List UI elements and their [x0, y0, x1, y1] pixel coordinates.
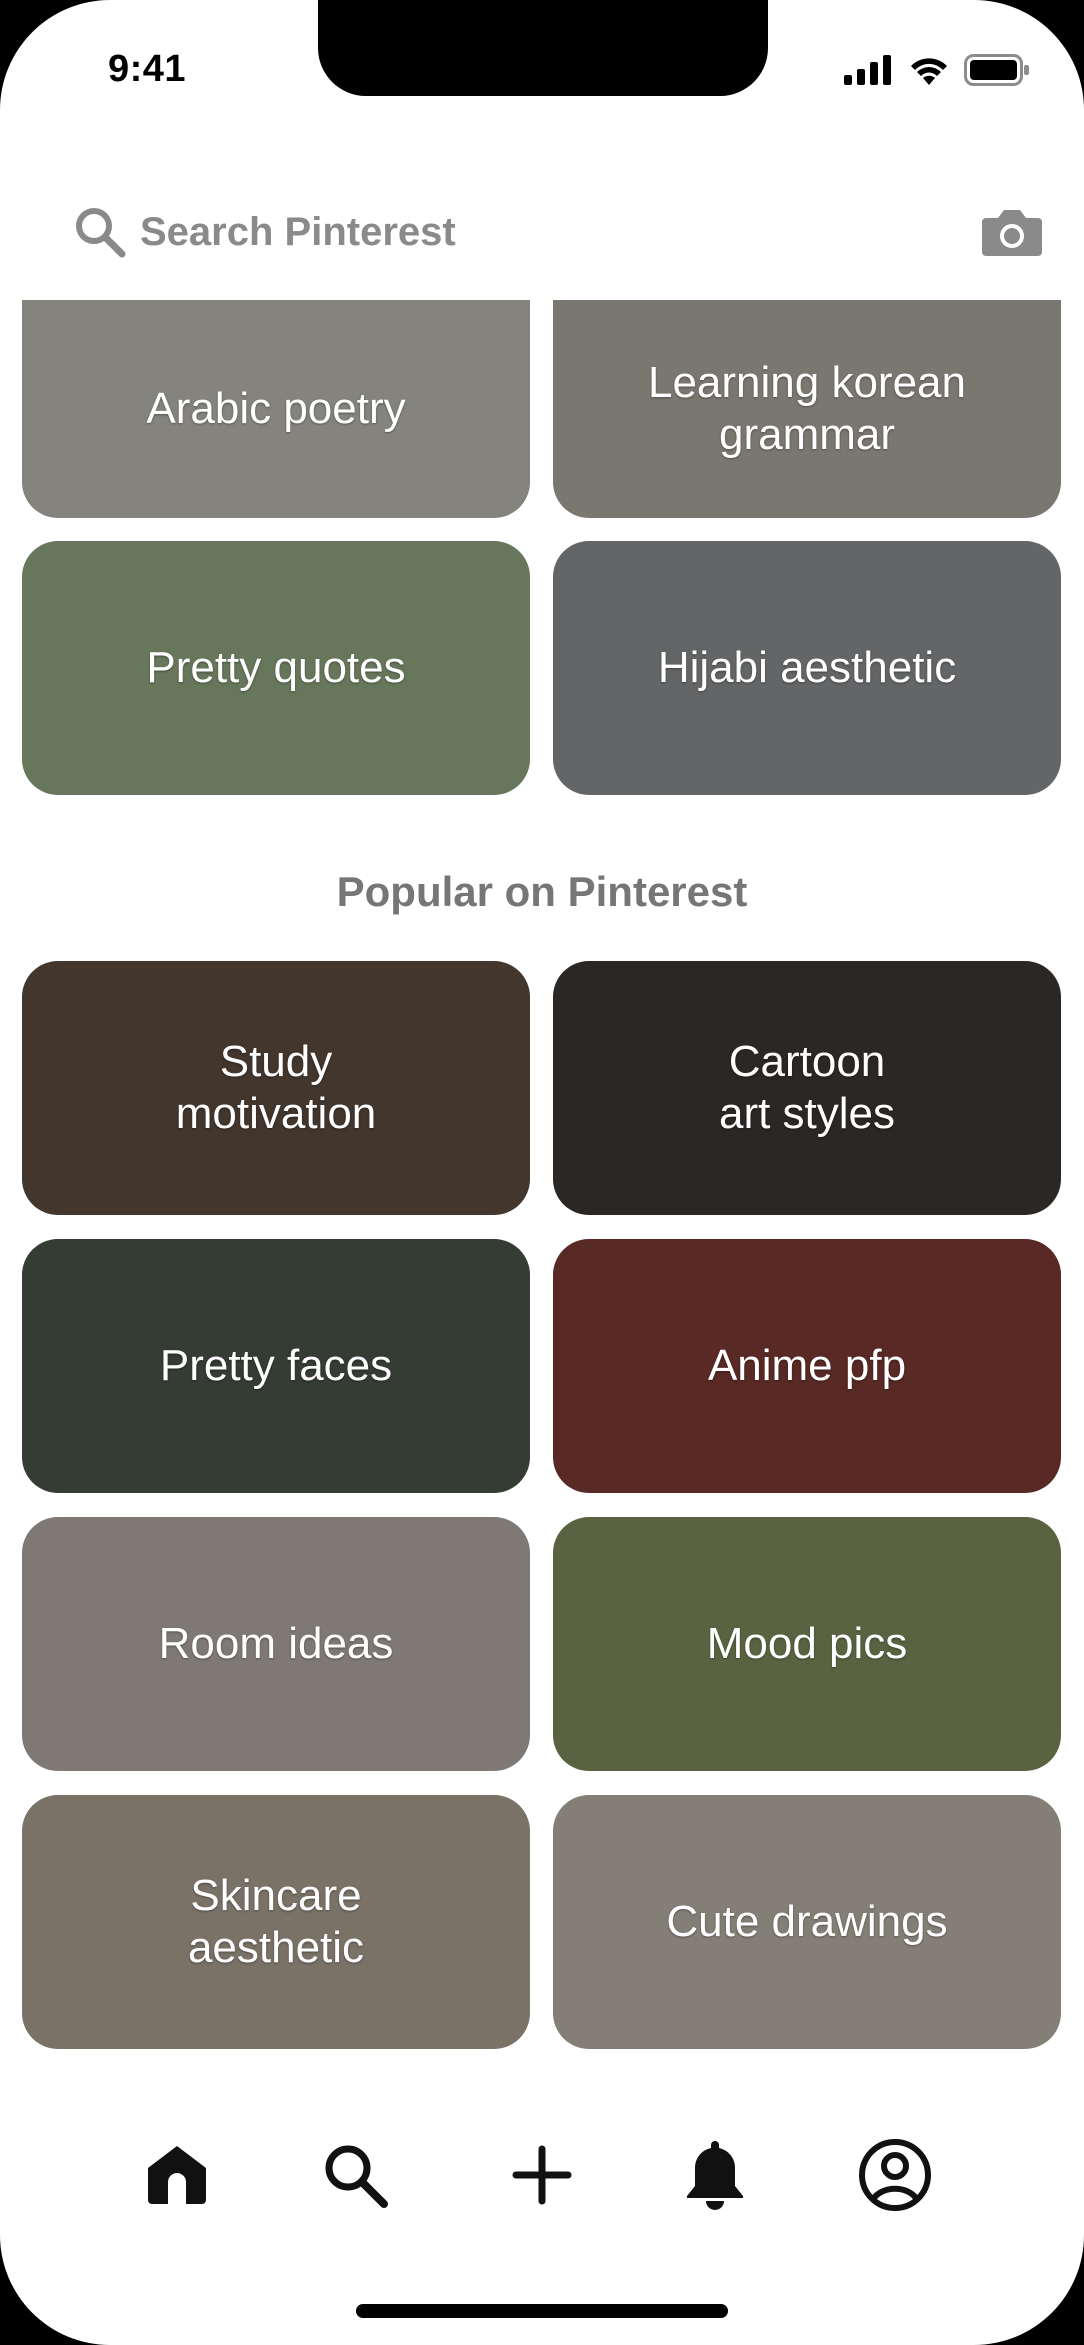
bottom-nav: [0, 2130, 1084, 2230]
notch: [318, 0, 768, 96]
nav-add[interactable]: [497, 2130, 587, 2220]
tile-label: Arabic poetry: [146, 384, 406, 433]
battery-icon: [964, 54, 1029, 86]
status-icons: [844, 52, 1030, 88]
home-indicator: [356, 2304, 728, 2318]
tile-label: Mood pics: [706, 1619, 908, 1668]
popular-tile[interactable]: Anime pfp: [553, 1239, 1061, 1493]
popular-tile[interactable]: Cute drawings: [553, 1795, 1061, 2049]
popular-tile[interactable]: Pretty faces: [22, 1239, 530, 1493]
wifi-icon: [911, 58, 947, 85]
tile-label: Cartoon art styles: [718, 1037, 896, 1138]
tile-label: Skincare aesthetic: [187, 1871, 365, 1972]
tile-label: Anime pfp: [707, 1341, 907, 1390]
popular-tile[interactable]: Skincare aesthetic: [22, 1795, 530, 2049]
idea-tile[interactable]: Hijabi aesthetic: [553, 541, 1061, 795]
phone-screen: 9:41 Search Pinterest Arabic poetry Lear…: [0, 0, 1084, 2345]
nav-profile[interactable]: [850, 2130, 940, 2220]
profile-icon: [859, 2139, 931, 2211]
popular-tile[interactable]: Cartoon art styles: [553, 961, 1061, 1215]
tile-label: Pretty quotes: [146, 643, 406, 692]
tile-label: Cute drawings: [666, 1897, 948, 1946]
bell-icon: [687, 2141, 743, 2210]
search-icon: [76, 208, 126, 258]
nav-home[interactable]: [132, 2130, 222, 2220]
idea-tile[interactable]: Learning korean grammar: [553, 300, 1061, 518]
idea-tile[interactable]: Arabic poetry: [22, 300, 530, 518]
section-title: Popular on Pinterest: [336, 868, 748, 915]
status-time: 9:41: [108, 48, 187, 90]
tile-label: Learning korean grammar: [647, 358, 966, 459]
nav-search[interactable]: [310, 2130, 400, 2220]
add-icon: [512, 2145, 572, 2205]
camera-icon[interactable]: [982, 204, 1042, 260]
tile-label: Room ideas: [158, 1619, 394, 1668]
signal-icon: [844, 55, 891, 85]
search-bar[interactable]: Search Pinterest: [72, 190, 1042, 274]
popular-tile[interactable]: Mood pics: [553, 1517, 1061, 1771]
tile-label: Pretty faces: [159, 1341, 393, 1390]
popular-tile[interactable]: Room ideas: [22, 1517, 530, 1771]
tile-label: Hijabi aesthetic: [657, 643, 957, 692]
search-icon: [325, 2145, 388, 2208]
home-icon: [148, 2146, 206, 2204]
tile-label: Study motivation: [175, 1037, 377, 1138]
search-input[interactable]: Search Pinterest: [140, 210, 982, 255]
nav-notifications[interactable]: [670, 2130, 760, 2220]
idea-tile[interactable]: Pretty quotes: [22, 541, 530, 795]
popular-tile[interactable]: Study motivation: [22, 961, 530, 1215]
